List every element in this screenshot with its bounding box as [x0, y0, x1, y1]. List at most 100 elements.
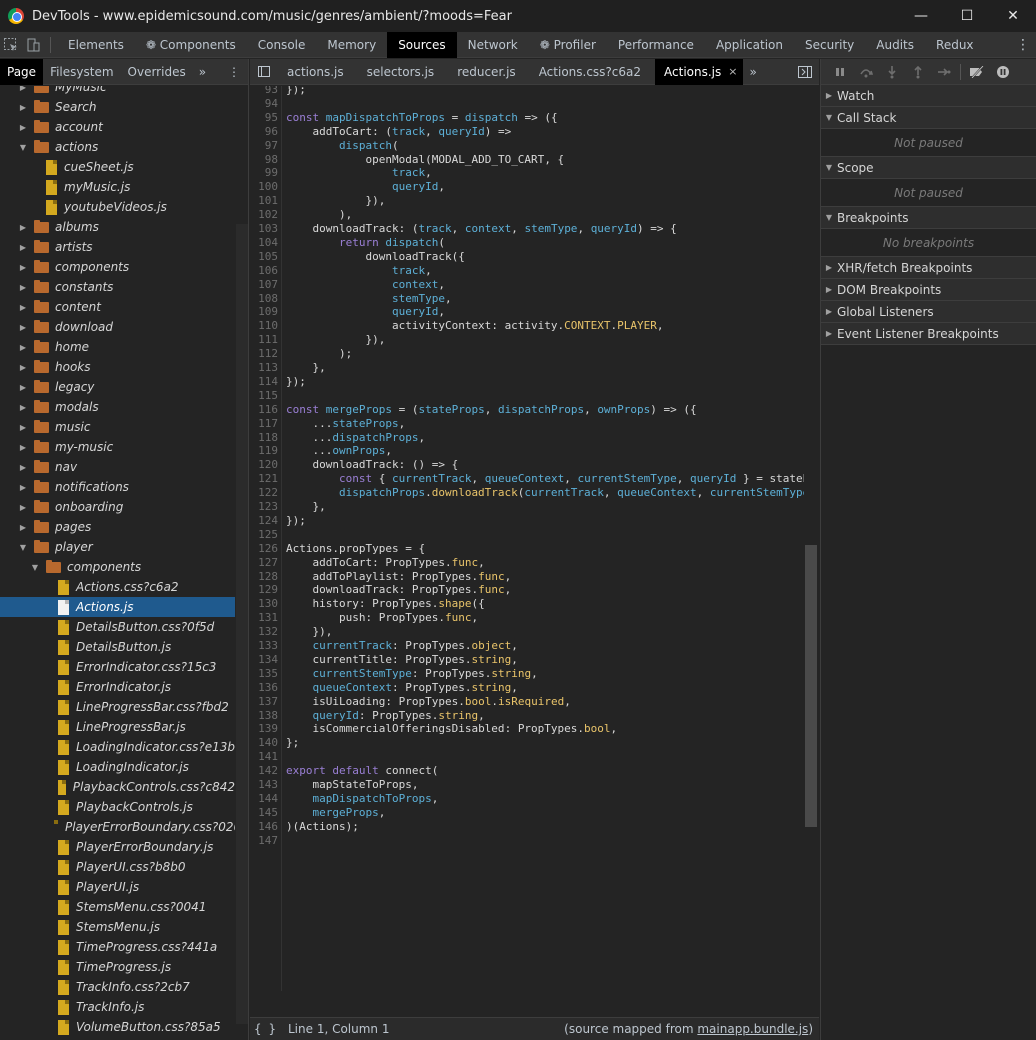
tab-components[interactable]: ❁ Components — [135, 32, 247, 58]
tree-folder[interactable]: ▶ nav — [0, 457, 235, 477]
section-event-listener-breakpoints[interactable]: ▶ Event Listener Breakpoints — [821, 323, 1036, 345]
navigator-menu-icon[interactable]: ⋮ — [220, 65, 248, 79]
collapsed-arrow-icon[interactable]: ▶ — [18, 362, 28, 372]
collapsed-arrow-icon[interactable]: ▶ — [18, 342, 28, 352]
tab-console[interactable]: Console — [247, 32, 317, 58]
editor-vertical-scrollbar[interactable] — [805, 545, 817, 827]
tree-folder[interactable]: ▶ pages — [0, 517, 235, 537]
tree-file[interactable]: PlaybackControls.js — [0, 797, 235, 817]
close-tab-icon[interactable]: × — [728, 65, 737, 78]
tree-file[interactable]: PlayerUI.js — [0, 877, 235, 897]
expanded-arrow-icon[interactable]: ▼ — [30, 562, 40, 572]
tree-file[interactable]: ErrorIndicator.js — [0, 677, 235, 697]
maximize-button[interactable]: ☐ — [944, 0, 990, 32]
collapsed-arrow-icon[interactable]: ▶ — [18, 522, 28, 532]
section-watch[interactable]: ▶ Watch — [821, 85, 1036, 107]
tree-folder[interactable]: ▶ music — [0, 417, 235, 437]
tab-audits[interactable]: Audits — [865, 32, 925, 58]
tree-file[interactable]: StemsMenu.css?0041 — [0, 897, 235, 917]
tree-folder[interactable]: ▶ modals — [0, 397, 235, 417]
section-call-stack[interactable]: ▼ Call Stack — [821, 107, 1036, 129]
collapsed-arrow-icon[interactable]: ▶ — [18, 262, 28, 272]
collapsed-arrow-icon[interactable]: ▶ — [18, 402, 28, 412]
collapsed-arrow-icon[interactable]: ▶ — [18, 282, 28, 292]
collapsed-arrow-icon[interactable]: ▶ — [18, 382, 28, 392]
editor-tab[interactable]: actions.js — [278, 59, 358, 85]
tree-file[interactable]: LoadingIndicator.js — [0, 757, 235, 777]
file-tree-scrollbar[interactable] — [236, 224, 248, 1024]
tree-file[interactable]: PlayerErrorBoundary.css?026f — [0, 817, 235, 837]
step-out-icon[interactable] — [905, 59, 931, 85]
section-dom-breakpoints[interactable]: ▶ DOM Breakpoints — [821, 279, 1036, 301]
tree-file[interactable]: myMusic.js — [0, 177, 235, 197]
toggle-debugger-icon[interactable] — [791, 59, 819, 85]
source-map-link[interactable]: mainapp.bundle.js — [697, 1022, 808, 1036]
section-xhr-fetch-breakpoints[interactable]: ▶ XHR/fetch Breakpoints — [821, 257, 1036, 279]
tab-application[interactable]: Application — [705, 32, 794, 58]
tree-folder[interactable]: ▶ account — [0, 117, 235, 137]
tree-file[interactable]: LineProgressBar.css?fbd2 — [0, 697, 235, 717]
tree-folder[interactable]: ▶ legacy — [0, 377, 235, 397]
tree-folder[interactable]: ▶ notifications — [0, 477, 235, 497]
code-content[interactable]: }); const mapDispatchToProps = dispatch =… — [286, 86, 804, 991]
pause-on-exceptions-icon[interactable] — [990, 59, 1016, 85]
navigator-tab-page[interactable]: Page — [0, 58, 44, 85]
tab-sources[interactable]: Sources — [387, 31, 457, 58]
editor-tab[interactable]: Actions.js × — [655, 58, 744, 85]
collapsed-arrow-icon[interactable]: ▶ — [18, 462, 28, 472]
tab-network[interactable]: Network — [457, 32, 529, 58]
tree-file[interactable]: youtubeVideos.js — [0, 197, 235, 217]
collapsed-arrow-icon[interactable]: ▶ — [18, 422, 28, 432]
tree-folder[interactable]: ▶ hooks — [0, 357, 235, 377]
tree-file[interactable]: TrackInfo.js — [0, 997, 235, 1017]
more-editor-tabs-chevron-icon[interactable]: » — [743, 65, 762, 79]
tree-folder[interactable]: ▶ home — [0, 337, 235, 357]
tree-folder[interactable]: ▶ albums — [0, 217, 235, 237]
tree-folder[interactable]: ▶ components — [0, 257, 235, 277]
editor-tab[interactable]: selectors.js — [358, 59, 449, 85]
collapsed-arrow-icon[interactable]: ▶ — [18, 442, 28, 452]
device-toolbar-icon[interactable] — [22, 32, 44, 58]
tree-file[interactable]: cueSheet.js — [0, 157, 235, 177]
tree-file[interactable]: Actions.js — [0, 597, 235, 617]
tab-profiler[interactable]: ❁ Profiler — [529, 32, 607, 58]
tree-file[interactable]: LineProgressBar.js — [0, 717, 235, 737]
tree-folder[interactable]: ▶ MyMusic — [0, 86, 235, 97]
navigator-tab-overrides[interactable]: Overrides — [121, 59, 193, 85]
tree-file[interactable]: TimeProgress.js — [0, 957, 235, 977]
tree-file[interactable]: LoadingIndicator.css?e13b — [0, 737, 235, 757]
close-button[interactable]: ✕ — [990, 0, 1036, 32]
step-icon[interactable] — [931, 59, 957, 85]
editor-tab[interactable]: reducer.js — [448, 59, 530, 85]
tree-file[interactable]: VolumeButton.css?85a5 — [0, 1017, 235, 1037]
tree-file[interactable]: PlayerUI.css?b8b0 — [0, 857, 235, 877]
section-global-listeners[interactable]: ▶ Global Listeners — [821, 301, 1036, 323]
pause-icon[interactable] — [827, 59, 853, 85]
tree-folder[interactable]: ▶ onboarding — [0, 497, 235, 517]
expanded-arrow-icon[interactable]: ▼ — [18, 542, 28, 552]
tree-folder[interactable]: ▼ player — [0, 537, 235, 557]
tree-file[interactable]: DetailsButton.css?0f5d — [0, 617, 235, 637]
tree-folder[interactable]: ▶ content — [0, 297, 235, 317]
tab-redux[interactable]: Redux — [925, 32, 985, 58]
collapsed-arrow-icon[interactable]: ▶ — [18, 322, 28, 332]
step-into-icon[interactable] — [879, 59, 905, 85]
tab-security[interactable]: Security — [794, 32, 865, 58]
navigator-tab-filesystem[interactable]: Filesystem — [43, 59, 120, 85]
step-over-icon[interactable] — [853, 59, 879, 85]
tree-folder[interactable]: ▼ components — [0, 557, 235, 577]
toggle-navigator-icon[interactable] — [250, 59, 278, 85]
tree-file[interactable]: TimeProgress.css?441a — [0, 937, 235, 957]
tree-folder[interactable]: ▶ Search — [0, 97, 235, 117]
tab-performance[interactable]: Performance — [607, 32, 705, 58]
tree-folder[interactable]: ▶ constants — [0, 277, 235, 297]
collapsed-arrow-icon[interactable]: ▶ — [18, 242, 28, 252]
section-scope[interactable]: ▼ Scope — [821, 157, 1036, 179]
collapsed-arrow-icon[interactable]: ▶ — [18, 502, 28, 512]
section-breakpoints[interactable]: ▼ Breakpoints — [821, 207, 1036, 229]
tree-folder[interactable]: ▶ my-music — [0, 437, 235, 457]
more-tools-icon[interactable]: ⋮ — [1010, 37, 1036, 53]
expanded-arrow-icon[interactable]: ▼ — [18, 142, 28, 152]
tree-file[interactable]: PlayerErrorBoundary.js — [0, 837, 235, 857]
tree-file[interactable]: ErrorIndicator.css?15c3 — [0, 657, 235, 677]
